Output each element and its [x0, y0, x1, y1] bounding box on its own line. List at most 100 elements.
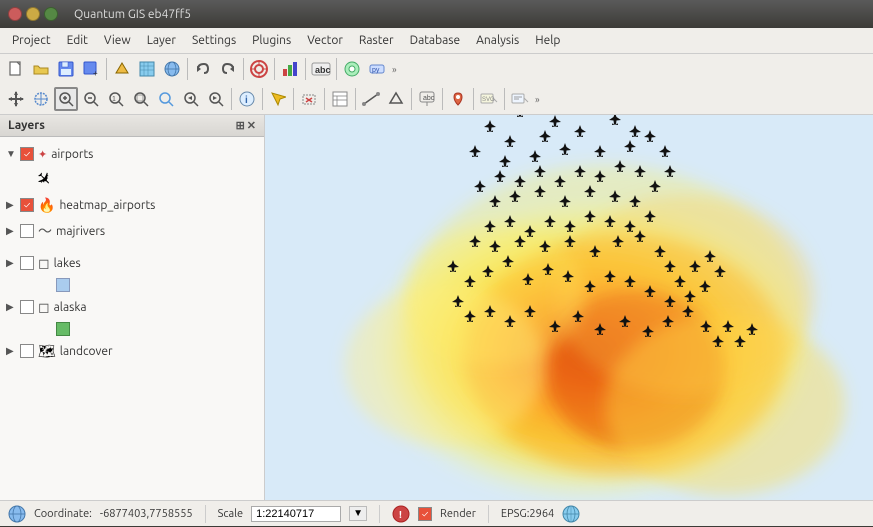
coordinate-value: -6877403,7758555	[100, 508, 193, 520]
measure-line-button[interactable]	[359, 87, 383, 111]
redo-button[interactable]	[216, 57, 240, 81]
scale-input[interactable]	[251, 506, 341, 522]
menu-plugins[interactable]: Plugins	[244, 31, 299, 50]
render-warning-icon: !	[392, 505, 410, 523]
zoom-previous-button[interactable]	[179, 87, 203, 111]
lakes-swatch-row	[0, 276, 264, 294]
close-button[interactable]	[8, 7, 22, 21]
layer-expand-majrivers[interactable]: ▶	[6, 225, 16, 237]
svg-text:abc: abc	[423, 95, 435, 102]
layers-expand-icon[interactable]: ⊞	[236, 119, 245, 132]
toolbar-more-2[interactable]: »	[533, 94, 542, 105]
layer-checkbox-lakes[interactable]	[20, 256, 34, 270]
layer-checkbox-airports[interactable]	[20, 147, 34, 161]
layer-expand-alaska[interactable]: ▶	[6, 301, 16, 313]
pin-annotation-button[interactable]	[446, 87, 470, 111]
lakes-swatch	[56, 278, 70, 292]
toolbar-row-1: + abc	[0, 54, 873, 84]
toolbar-separator	[355, 88, 356, 110]
layer-checkbox-landcover[interactable]	[20, 344, 34, 358]
toolbar-separator	[411, 88, 412, 110]
toolbar-separator	[305, 58, 306, 80]
open-attribute-table-button[interactable]	[328, 87, 352, 111]
python-button[interactable]: py	[365, 57, 389, 81]
toolbar-separator	[262, 88, 263, 110]
layer-item-majrivers[interactable]: ▶ 〜 majrivers	[0, 218, 264, 244]
add-vector-button[interactable]	[110, 57, 134, 81]
statusbar: Coordinate: -6877403,7758555 Scale ▼ ! R…	[0, 500, 873, 526]
window-controls[interactable]	[8, 7, 58, 21]
menu-analysis[interactable]: Analysis	[468, 31, 527, 50]
measure-area-button[interactable]	[384, 87, 408, 111]
open-project-button[interactable]	[29, 57, 53, 81]
menu-edit[interactable]: Edit	[59, 31, 96, 50]
render-label: Render	[440, 508, 476, 520]
zoom-next-button[interactable]	[204, 87, 228, 111]
form-annotation-button[interactable]	[508, 87, 532, 111]
scale-dropdown-button[interactable]: ▼	[349, 506, 367, 521]
add-wms-button[interactable]	[160, 57, 184, 81]
menu-raster[interactable]: Raster	[351, 31, 402, 50]
layer-item-alaska[interactable]: ▶ ◻ alaska	[0, 294, 264, 320]
maximize-button[interactable]	[44, 7, 58, 21]
identify-button[interactable]: i	[235, 87, 259, 111]
layer-expand-lakes[interactable]: ▶	[6, 257, 16, 269]
deselect-all-button[interactable]	[297, 87, 321, 111]
zoom-in-button[interactable]	[54, 87, 78, 111]
zoom-out-button[interactable]	[79, 87, 103, 111]
layers-close-icon[interactable]: ✕	[247, 119, 256, 132]
svg-annotation-button[interactable]: SVG	[477, 87, 501, 111]
new-project-button[interactable]	[4, 57, 28, 81]
toolbar-separator	[473, 88, 474, 110]
layer-name-alaska: alaska	[54, 301, 87, 314]
svg-text:py: py	[372, 67, 380, 74]
help-lifesaver-button[interactable]	[247, 57, 271, 81]
layers-header: Layers ⊞ ✕	[0, 115, 264, 137]
layer-checkbox-majrivers[interactable]	[20, 224, 34, 238]
zoom-full-button[interactable]: 1	[104, 87, 128, 111]
minimize-button[interactable]	[26, 7, 40, 21]
render-checkbox[interactable]	[418, 507, 432, 521]
layer-expand-airports[interactable]: ▼	[6, 148, 16, 160]
add-raster-button[interactable]	[135, 57, 159, 81]
layer-item-landcover[interactable]: ▶ 🗺 landcover	[0, 338, 264, 364]
text-annotation-button[interactable]: abc	[415, 87, 439, 111]
menu-layer[interactable]: Layer	[139, 31, 184, 50]
menu-database[interactable]: Database	[402, 31, 469, 50]
layer-checkbox-heatmap[interactable]	[20, 198, 34, 212]
layers-list: ▼ ✦ airports ✈ ▶ 🔥 heatmap_airports ▶ 〜	[0, 137, 264, 500]
menu-vector[interactable]: Vector	[299, 31, 351, 50]
landcover-icon: 🗺	[38, 343, 56, 360]
epsg-globe-icon[interactable]	[562, 505, 580, 523]
toolbar-more-1[interactable]: »	[390, 64, 399, 75]
layer-item-airports[interactable]: ▼ ✦ airports	[0, 141, 264, 167]
layer-expand-heatmap[interactable]: ▶	[6, 199, 16, 211]
layer-type-icon-airports: ✦	[38, 148, 47, 161]
save-project-button[interactable]	[54, 57, 78, 81]
menu-help[interactable]: Help	[527, 31, 568, 50]
layer-checkbox-alaska[interactable]	[20, 300, 34, 314]
save-as-button[interactable]: +	[79, 57, 103, 81]
layer-item-lakes[interactable]: ▶ ◻ lakes	[0, 250, 264, 276]
layer-expand-landcover[interactable]: ▶	[6, 345, 16, 357]
label-button[interactable]: abc	[309, 57, 333, 81]
main-area: Layers ⊞ ✕ ▼ ✦ airports ✈ ▶ 🔥	[0, 115, 873, 500]
manage-plugins-button[interactable]	[340, 57, 364, 81]
pan-selected-button[interactable]	[29, 87, 53, 111]
zoom-selection-button[interactable]	[154, 87, 178, 111]
toolbar-separator	[106, 58, 107, 80]
undo-button[interactable]	[191, 57, 215, 81]
menu-project[interactable]: Project	[4, 31, 59, 50]
zoom-layer-button[interactable]	[129, 87, 153, 111]
toolbar-separator	[442, 88, 443, 110]
map-area[interactable]	[265, 115, 873, 500]
menu-view[interactable]: View	[96, 31, 139, 50]
layer-item-heatmap[interactable]: ▶ 🔥 heatmap_airports	[0, 192, 264, 218]
menu-settings[interactable]: Settings	[184, 31, 244, 50]
window-title: Quantum GIS eb47ff5	[74, 8, 191, 21]
layer-name-majrivers: majrivers	[56, 225, 105, 238]
select-features-button[interactable]	[266, 87, 290, 111]
pan-map-button[interactable]	[4, 87, 28, 111]
chart-button[interactable]	[278, 57, 302, 81]
layer-name-lakes: lakes	[54, 257, 81, 270]
